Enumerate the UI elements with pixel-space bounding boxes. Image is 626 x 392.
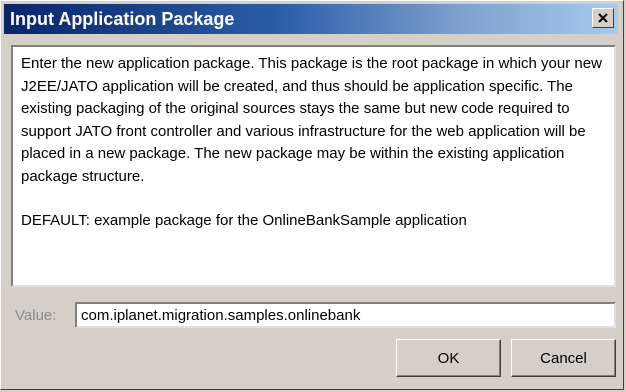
input-application-package-dialog: Input Application Package Enter the new … xyxy=(0,0,624,390)
close-icon xyxy=(598,13,608,23)
title-bar[interactable]: Input Application Package xyxy=(4,4,618,34)
package-value-input[interactable] xyxy=(75,302,616,328)
instructions-paragraph: Enter the new application package. This … xyxy=(21,55,602,185)
dialog-title: Input Application Package xyxy=(10,9,235,29)
close-button[interactable] xyxy=(592,8,614,28)
ok-button[interactable]: OK xyxy=(396,339,501,377)
instructions-text-area: Enter the new application package. This … xyxy=(11,45,616,287)
value-label: Value: xyxy=(15,307,57,324)
cancel-button[interactable]: Cancel xyxy=(511,339,616,377)
default-note: DEFAULT: example package for the OnlineB… xyxy=(21,212,467,229)
